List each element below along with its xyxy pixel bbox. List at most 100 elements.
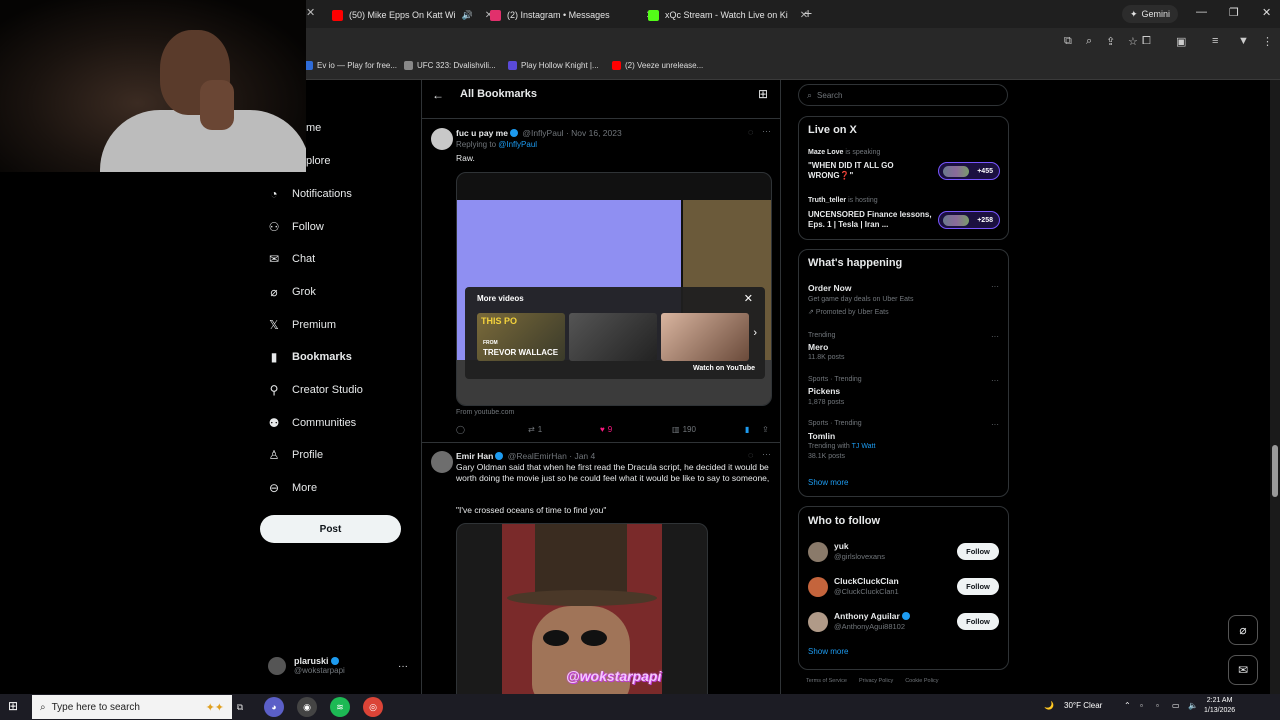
trend-more-icon[interactable]: ··· [991,376,999,385]
avatar[interactable] [808,612,828,632]
trend-name[interactable]: Order Now [808,283,851,293]
space-title[interactable]: "WHEN DID IT ALL GO WRONG❓" [808,161,936,181]
discord-icon[interactable]: ◕ [264,697,284,717]
grok-action-icon[interactable]: ◌ [748,450,753,460]
show-more-link[interactable]: Show more [808,647,848,656]
trend-more-icon[interactable]: ··· [991,332,999,341]
minimize-icon[interactable]: — [1196,6,1207,18]
nav-item-grok[interactable]: ⌀ Grok [266,285,315,299]
browser-tab-instagram[interactable]: (2) Instagram • Messages ✕ [482,4,662,26]
chrome-icon[interactable]: ◎ [363,697,383,717]
show-more-link[interactable]: Show more [808,478,848,487]
nav-item-chat[interactable]: ✉ Chat [266,252,315,266]
nav-item-communities[interactable]: ⚉ Communities [266,416,357,430]
close-icon[interactable]: ✕ [744,292,753,305]
video-thumbnail[interactable] [661,313,749,361]
video-thumbnail[interactable]: THIS PO FROM TREVOR WALLACE [477,313,565,361]
menu-icon[interactable]: ⋮ [1262,35,1273,48]
user-name[interactable]: yuk [834,541,849,551]
tweet-author[interactable]: fuc u pay me @InflyPaul · Nov 16, 2023 [456,128,622,138]
follow-button[interactable]: Follow [957,578,999,595]
back-arrow-icon[interactable]: ← [432,88,444,102]
more-options-icon[interactable]: ··· [398,661,408,672]
new-folder-icon[interactable]: ⊞ [758,87,768,101]
avatar[interactable] [431,451,453,473]
browser-tab-kick[interactable]: xQc Stream - Watch Live on Ki ✕ [640,4,816,26]
tray-chevron-icon[interactable]: ⌃ [1124,701,1131,710]
nav-item-follow[interactable]: ⚇ Follow [266,220,324,234]
trending-with-link[interactable]: TJ Watt [852,443,876,450]
avatar[interactable] [808,542,828,562]
trend-name[interactable]: Tomlin [808,431,835,441]
search-input[interactable] [817,90,988,100]
like-button[interactable]: ♥ 9 [600,425,612,434]
sidebar-toggle-icon[interactable]: ▣ [1176,35,1186,48]
trend-name[interactable]: Pickens [808,386,840,396]
nav-home-label[interactable]: me [306,122,321,134]
new-tab-icon[interactable]: + [804,5,812,21]
footer-link[interactable]: Cookie Policy [905,678,938,684]
zoom-icon[interactable]: ⌕ [1086,35,1092,48]
avatar[interactable] [808,577,828,597]
space-host[interactable]: Maze Love is speaking [808,149,880,156]
restore-icon[interactable]: ❐ [1229,6,1239,19]
star-icon[interactable]: ☆ [1128,35,1138,48]
bookmark-button[interactable]: ▮ [745,425,749,434]
taskbar-clock[interactable]: 2:21 AM 1/13/2026 [1204,696,1235,716]
speaker-icon[interactable]: 🔊 [462,10,473,21]
tweet-more-icon[interactable]: ··· [762,449,771,459]
taskbar-search[interactable]: ⌕ Type here to search ✦✦ [32,695,232,719]
nav-item-notifications[interactable]: ◔ Notifications [266,187,352,201]
account-switcher[interactable]: plaruski @wokstarpapi [268,656,345,675]
follow-button[interactable]: Follow [957,543,999,560]
window-close-icon[interactable]: ✕ [1262,6,1271,19]
space-listeners-pill[interactable]: +258 [938,211,1000,229]
media-controls-icon[interactable]: ≡ [1212,35,1218,47]
bookmark-item[interactable]: Play Hollow Knight |... [508,61,599,70]
bookmark-item[interactable]: Ev io — Play for free... [304,61,397,70]
retweet-button[interactable]: ⇄ 1 [528,425,542,434]
nav-explore-label[interactable]: plore [306,155,330,167]
page-scrollbar[interactable] [1270,80,1280,694]
windows-start-icon[interactable]: ⊞ [8,699,18,713]
follow-button[interactable]: Follow [957,613,999,630]
tweet-author[interactable]: Emir Han @RealEmirHan · Jan 4 [456,451,595,461]
volume-icon[interactable]: 🔈 [1188,701,1198,710]
grok-float-button[interactable]: ⌀ [1228,615,1258,645]
user-name[interactable]: Anthony Aguilar [834,611,912,621]
trend-more-icon[interactable]: ··· [991,420,999,429]
nav-item-more[interactable]: ⊖ More [266,481,317,495]
space-title[interactable]: UNCENSORED Finance lessons, Eps. 1 | Tes… [808,210,936,230]
share-icon[interactable]: ⇪ [1106,35,1115,48]
extensions-icon[interactable]: ⧠ [1142,35,1151,48]
avatar[interactable] [431,128,453,150]
shield-extension-icon[interactable]: ▼ [1238,35,1249,47]
reply-button[interactable]: ◯ [456,425,465,434]
messages-float-button[interactable]: ✉ [1228,655,1258,685]
task-view-icon[interactable]: ⧉ [230,697,250,717]
browser-tab-youtube[interactable]: (50) Mike Epps On Katt Wi 🔊 ✕ [324,4,501,26]
trend-more-icon[interactable]: ··· [991,282,999,291]
chevron-right-icon[interactable]: › [753,327,757,339]
spotify-icon[interactable]: ≋ [330,697,350,717]
replying-to-link[interactable]: @InflyPaul [498,140,537,149]
post-button[interactable]: Post [260,515,401,543]
tweet-more-icon[interactable]: ··· [762,126,771,136]
tab-close-icon[interactable]: ✕ [306,6,315,19]
nav-item-profile[interactable]: ♙ Profile [266,448,324,462]
footer-link[interactable]: Terms of Service [806,678,847,684]
search-box[interactable]: ⌕ [798,84,1008,106]
grok-action-icon[interactable]: ◌ [748,127,753,137]
watch-on-youtube[interactable]: Watch on YouTube [693,365,755,372]
space-host[interactable]: Truth_teller is hosting [808,197,878,204]
share-button[interactable]: ⇪ [762,425,769,434]
footer-link[interactable]: Privacy Policy [859,678,893,684]
bookmark-item[interactable]: (2) Veeze unrelease... [612,61,703,70]
trend-name[interactable]: Mero [808,342,828,352]
user-name[interactable]: CluckCluckClan [834,576,899,586]
nav-item-creator-studio[interactable]: ⚲ Creator Studio [266,383,363,397]
views-button[interactable]: ▥ 190 [672,425,696,434]
weather-icon[interactable]: 🌙 [1044,701,1054,710]
bookmark-item[interactable]: UFC 323: Dvalishvili... [404,61,496,70]
youtube-embed[interactable]: More videos ✕ THIS PO FROM TREVOR WALLACE… [456,172,772,406]
